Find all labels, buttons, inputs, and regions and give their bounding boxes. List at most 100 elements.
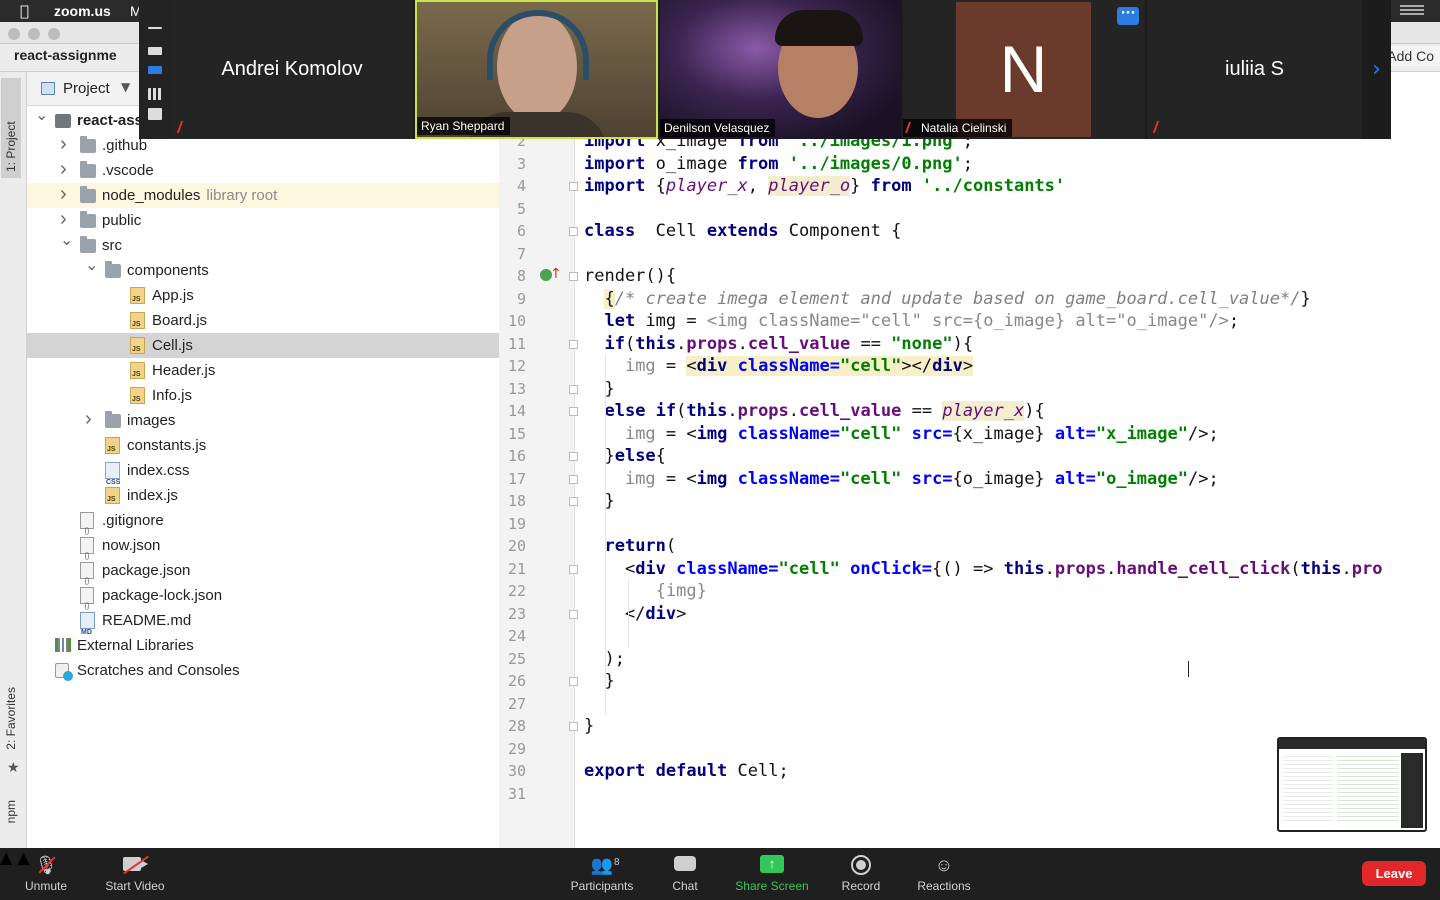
fold-marker-icon[interactable] [569, 497, 578, 506]
unmute-button[interactable]: 🎙 Unmute [20, 848, 72, 900]
preview-code [1337, 753, 1399, 823]
start-video-label: Start Video [105, 879, 165, 893]
fold-marker-icon[interactable] [569, 227, 578, 236]
record-button[interactable]: Record [838, 848, 884, 900]
chevron-right-icon[interactable]: › [85, 408, 97, 430]
participant-tile[interactable]: Ryan Sheppard [415, 0, 658, 139]
tree-item[interactable]: ⌄ components [27, 258, 499, 283]
fold-marker-icon[interactable] [569, 384, 578, 394]
project-tool-window-button[interactable]: 1: Project [1, 78, 21, 178]
minimize-icon[interactable] [148, 27, 162, 29]
participants-button[interactable]: 👥 8 Participants [565, 848, 639, 900]
tree-item[interactable]: JS Board.js [27, 308, 499, 333]
tree-item[interactable]: › images [27, 408, 499, 433]
tree-item[interactable]: MD README.md [27, 608, 499, 636]
file-icon: {} [80, 562, 94, 585]
code-line: img = <div className="cell"></div> [624, 356, 974, 376]
muted-mic-icon [176, 121, 190, 133]
fold-marker-icon[interactable] [569, 407, 578, 416]
reactions-button[interactable]: ☺ Reactions [914, 848, 974, 900]
indent-guide [628, 580, 629, 648]
chevron-down-icon[interactable]: ▼ [121, 80, 130, 94]
tree-item[interactable]: CSS index.css [27, 458, 499, 486]
participant-name: iuliia S [1225, 58, 1284, 80]
js-file-icon: JS [130, 387, 145, 404]
chevron-down-icon[interactable]: ⌄ [85, 258, 98, 274]
line-number: 4 [516, 177, 526, 195]
app-menu-zoom[interactable]: zoom.us [54, 3, 111, 19]
window-zoom-button[interactable] [48, 28, 60, 40]
line-number: 22 [507, 582, 526, 600]
breadcrumb-project[interactable]: react-assignme [14, 47, 595, 63]
strip-view-icon[interactable] [148, 66, 162, 74]
start-video-button[interactable]: Start Video [100, 848, 170, 900]
tree-item[interactable]: › .vscode [27, 158, 499, 183]
chevron-up-icon[interactable]: ▲ [0, 848, 12, 867]
tree-item[interactable]: {} package.json [27, 558, 499, 585]
tree-item[interactable]: › node_modules library root [27, 183, 499, 208]
tree-item-label: index.js [127, 487, 178, 504]
tree-item[interactable]: JS Cell.js [27, 333, 499, 358]
code-line: } [584, 491, 615, 511]
fold-marker-icon[interactable] [569, 452, 578, 461]
fold-marker-icon[interactable] [569, 474, 578, 484]
code-line: }else{ [584, 446, 666, 466]
tree-item-label: Board.js [152, 312, 208, 329]
project-view-selector[interactable]: Project [63, 80, 110, 97]
gallery-view-icon[interactable] [148, 47, 162, 55]
participant-tile[interactable]: Denilson Velasquez [660, 0, 901, 139]
tree-item[interactable]: JS Info.js [27, 383, 499, 408]
fold-marker-icon[interactable] [569, 564, 578, 574]
chevron-down-icon[interactable]: ⌄ [60, 233, 73, 249]
chevron-right-icon[interactable]: › [60, 158, 72, 180]
tree-item[interactable]: Scratches and Consoles [27, 658, 499, 683]
next-page-arrow-icon[interactable]: › [1362, 0, 1391, 139]
window-close-button[interactable] [8, 28, 20, 40]
fold-marker-icon[interactable] [569, 339, 578, 349]
tree-item[interactable]: ⌄ src [27, 233, 499, 258]
text-cursor [1188, 661, 1194, 677]
participant-tile[interactable]: iuliia S [1147, 0, 1362, 139]
chevron-right-icon[interactable]: › [60, 133, 72, 155]
tree-item[interactable]: JS App.js [27, 283, 499, 308]
chevron-right-icon[interactable]: › [60, 183, 72, 205]
apple-icon[interactable]:  [20, 2, 29, 20]
tree-item[interactable]: External Libraries [27, 633, 499, 658]
tree-item[interactable]: JS Header.js [27, 358, 499, 383]
tree-item-label: package-lock.json [102, 587, 223, 604]
fold-marker-icon[interactable] [569, 272, 578, 281]
more-options-button[interactable]: ··· [1117, 7, 1139, 25]
tree-item[interactable]: {} package-lock.json [27, 583, 499, 610]
fold-marker-icon[interactable] [569, 722, 578, 731]
star-icon[interactable]: ★ [7, 760, 20, 776]
grid-view-icon[interactable] [148, 88, 162, 100]
line-number: 29 [507, 739, 526, 758]
control-center-icon[interactable] [1400, 3, 1424, 17]
npm-tool-window-button[interactable]: npm [4, 800, 18, 823]
tree-item[interactable]: › public [27, 208, 499, 233]
tree-item[interactable]: {} now.json [27, 533, 499, 560]
screen-share-preview[interactable] [1277, 737, 1427, 832]
tree-item[interactable]: JS constants.js [27, 433, 499, 458]
fold-marker-icon[interactable] [569, 182, 578, 191]
window-minimize-button[interactable] [28, 28, 40, 40]
folder-icon [105, 411, 121, 428]
participant-tile[interactable]: N ··· Natalia Cielinski [903, 0, 1145, 139]
fullscreen-icon[interactable] [148, 108, 162, 120]
preview-strip [1279, 739, 1425, 749]
participant-tile[interactable]: Andrei Komolov [171, 0, 413, 139]
tree-item-label: App.js [152, 287, 194, 304]
fold-marker-icon[interactable] [569, 677, 578, 686]
chevron-down-icon[interactable]: ⌄ [35, 108, 48, 124]
favorites-tool-window-button[interactable]: 2: Favorites [4, 687, 18, 750]
chat-button[interactable]: Chat [665, 848, 705, 900]
fold-marker-icon[interactable] [569, 609, 578, 619]
tree-item[interactable]: JS index.js [27, 483, 499, 508]
chat-label: Chat [672, 879, 698, 893]
leave-button[interactable]: Leave [1362, 861, 1426, 886]
share-screen-button[interactable]: ↑ Share Screen [731, 848, 813, 900]
line-number: 28 [507, 717, 526, 735]
tree-item[interactable]: {} .gitignore [27, 508, 499, 535]
chevron-right-icon[interactable]: › [60, 208, 72, 230]
participant-name: Andrei Komolov [221, 58, 363, 80]
